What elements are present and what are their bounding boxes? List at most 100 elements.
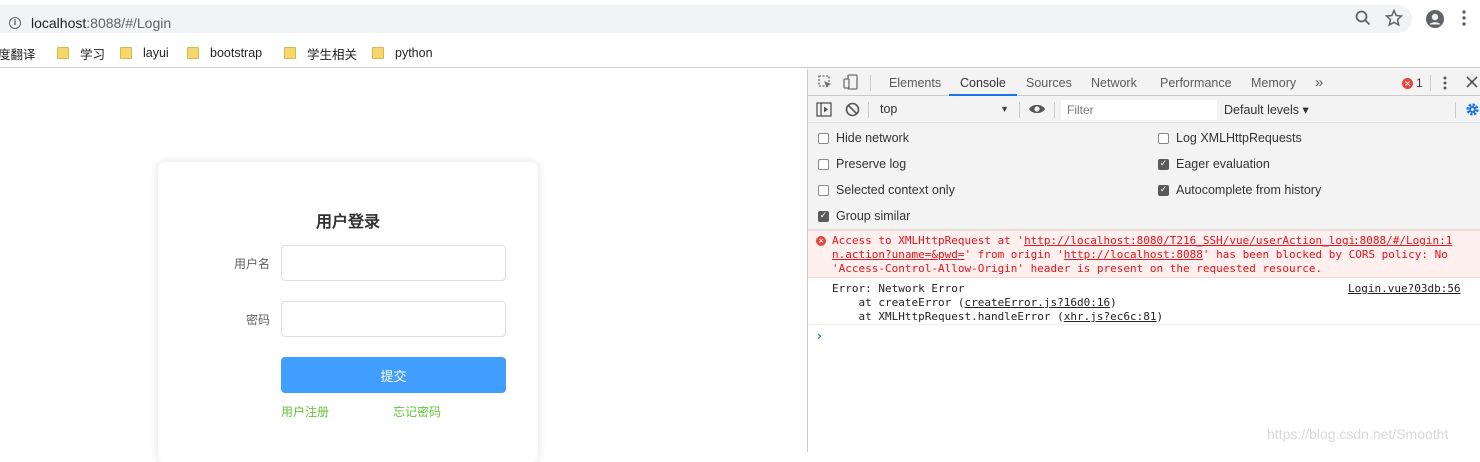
bookmark-star-icon[interactable]: [1385, 9, 1405, 29]
checkbox-label: Preserve log: [836, 157, 907, 171]
sidebar-toggle-icon[interactable]: [816, 102, 832, 120]
url-text[interactable]: localhost:8088/#/Login: [31, 15, 171, 31]
tab-elements[interactable]: Elements: [889, 69, 941, 96]
separator: [1430, 75, 1431, 91]
context-value: top: [880, 102, 898, 116]
checkmark-icon: ✓: [818, 210, 829, 222]
password-label: 密码: [245, 313, 270, 327]
log-text-part: ): [1156, 310, 1164, 323]
request-url-link[interactable]: http://localhost:8080/T216_SSH/vue/userA…: [1024, 234, 1355, 247]
submit-button[interactable]: 提交: [281, 357, 506, 393]
devtools-menu-icon[interactable]: [1442, 75, 1448, 94]
checkbox-icon: [818, 158, 829, 170]
bookmark-folder[interactable]: layui: [120, 44, 169, 62]
console-filter-input[interactable]: [1061, 100, 1217, 120]
separator: [1455, 102, 1456, 118]
tab-console[interactable]: Console: [949, 69, 1017, 96]
inspect-element-icon[interactable]: [818, 75, 833, 93]
more-tabs-button[interactable]: »: [1315, 69, 1323, 96]
login-title: 用户登录: [315, 212, 380, 231]
error-text-part: ' from origin ': [964, 248, 1064, 261]
zoom-search-icon[interactable]: [1354, 9, 1374, 29]
log-xmlhttprequests-checkbox[interactable]: Log XMLHttpRequests: [1158, 131, 1302, 145]
bookmark-folder[interactable]: bootstrap: [187, 44, 262, 62]
stack-frame-link[interactable]: xhr.js?ec6c:81: [1064, 310, 1157, 323]
login-card: 用户登录 用户名 密码 提交 用户注册 忘记密码: [158, 162, 538, 462]
bookmarks-bar: 度翻译 学习 layui bootstrap 学生相关 python: [0, 38, 1480, 68]
console-settings-pane: Hide network Preserve log Selected conte…: [808, 123, 1480, 230]
origin-link[interactable]: http://localhost:8088: [1064, 248, 1203, 261]
stack-trace-text: Error: Network Error at createError (cre…: [832, 282, 1163, 324]
checkbox-label: Selected context only: [836, 183, 955, 197]
password-input[interactable]: [281, 301, 506, 337]
site-info-icon[interactable]: i: [9, 17, 21, 29]
hide-network-checkbox[interactable]: Hide network: [818, 131, 909, 145]
omnibox[interactable]: i localhost:8088/#/Login: [0, 5, 1412, 33]
bookmark-folder[interactable]: python: [372, 44, 433, 62]
separator: [870, 75, 871, 91]
url-host: localhost: [31, 15, 87, 31]
error-count-badge[interactable]: × 1: [1402, 76, 1423, 90]
stack-frame-link[interactable]: createError.js?16d0:16: [964, 296, 1110, 309]
separator: [868, 102, 869, 118]
register-link[interactable]: 用户注册: [281, 403, 329, 420]
separator: [1054, 102, 1055, 118]
bookmark-folder[interactable]: 学生相关: [284, 44, 357, 62]
folder-icon: [187, 47, 199, 59]
log-text-part: at XMLHttpRequest.handleError (: [832, 310, 1064, 323]
devtools-panel: Elements Console Sources Network Perform…: [807, 69, 1480, 452]
error-count: 1: [1416, 76, 1423, 90]
autocomplete-history-checkbox[interactable]: ✓ Autocomplete from history: [1158, 183, 1321, 197]
console-output: × Access to XMLHttpRequest at 'http://lo…: [808, 230, 1480, 452]
checkmark-icon: ✓: [1158, 184, 1169, 196]
context-select[interactable]: top ▼: [873, 100, 1011, 119]
close-devtools-icon[interactable]: [1466, 76, 1478, 91]
device-toolbar-icon[interactable]: [843, 74, 859, 93]
checkbox-label: Hide network: [836, 131, 909, 145]
checkmark-icon: ✓: [1158, 158, 1169, 170]
eager-evaluation-checkbox[interactable]: ✓ Eager evaluation: [1158, 157, 1270, 171]
checkbox-icon: [818, 184, 829, 196]
log-source-link[interactable]: Login.vue?03db:56: [1348, 282, 1461, 296]
console-settings-gear-icon[interactable]: [1465, 102, 1480, 120]
selected-context-only-checkbox[interactable]: Selected context only: [818, 183, 955, 197]
error-text-part: Access to XMLHttpRequest at ': [832, 234, 1025, 247]
forgot-password-link[interactable]: 忘记密码: [393, 403, 441, 420]
tab-performance[interactable]: Performance: [1160, 69, 1232, 96]
dropdown-arrow-icon: ▼: [1000, 104, 1009, 114]
bookmark-item[interactable]: 度翻译: [0, 44, 36, 62]
console-toolbar: top ▼ Default levels ▾: [808, 96, 1480, 123]
folder-icon: [284, 47, 296, 59]
separator: [1019, 102, 1020, 118]
live-expression-eye-icon[interactable]: [1028, 102, 1046, 119]
log-levels-dropdown[interactable]: Default levels ▾: [1224, 102, 1309, 117]
profile-avatar-icon[interactable]: [1425, 9, 1445, 29]
preserve-log-checkbox[interactable]: Preserve log: [818, 157, 906, 171]
watermark-text: https://blog.csdn.net/Smootht: [1267, 426, 1449, 442]
checkbox-label: Group similar: [836, 209, 911, 223]
request-url-link-cont[interactable]: n.action?uname=&pwd=: [832, 248, 964, 261]
bookmark-label: 学习: [80, 47, 106, 62]
tab-network[interactable]: Network: [1091, 69, 1137, 96]
clear-console-icon[interactable]: [845, 102, 860, 120]
error-source-link[interactable]: :8088/#/Login:1: [1353, 234, 1452, 248]
tab-sources[interactable]: Sources: [1026, 69, 1072, 96]
checkbox-label: Eager evaluation: [1176, 157, 1270, 171]
checkbox-icon: [818, 132, 829, 144]
folder-icon: [372, 47, 384, 59]
group-similar-checkbox[interactable]: ✓ Group similar: [818, 209, 910, 223]
address-bar: i localhost:8088/#/Login: [0, 0, 1480, 38]
username-input[interactable]: [281, 245, 506, 281]
checkbox-label: Autocomplete from history: [1176, 183, 1322, 197]
checkbox-label: Log XMLHttpRequests: [1176, 131, 1302, 145]
console-prompt-chevron-icon[interactable]: ›: [817, 329, 822, 343]
tab-memory[interactable]: Memory: [1251, 69, 1296, 96]
bookmark-label: layui: [143, 46, 169, 60]
bookmark-label: bootstrap: [210, 46, 263, 60]
menu-dots-icon[interactable]: [1461, 9, 1480, 29]
checkbox-icon: [1158, 132, 1169, 144]
folder-icon: [120, 47, 132, 59]
console-log-message: Error: Network Error at createError (cre…: [808, 278, 1480, 325]
bookmark-folder[interactable]: 学习: [57, 44, 105, 62]
error-icon: ×: [816, 236, 826, 246]
